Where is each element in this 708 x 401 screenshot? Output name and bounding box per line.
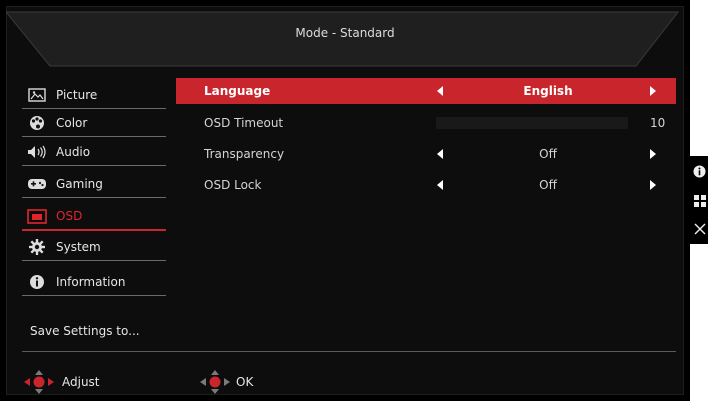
ok-label: OK — [236, 375, 254, 389]
osd-lock-label: OSD Lock — [204, 178, 262, 192]
picture-icon — [26, 87, 48, 103]
language-label: Language — [204, 84, 271, 98]
osd-timeout-row[interactable]: OSD Timeout 10 — [176, 110, 676, 136]
sidebar-item-label: Gaming — [56, 177, 103, 191]
sidebar-item-system[interactable]: System — [22, 234, 166, 261]
language-value: English — [523, 84, 573, 98]
menu-grid-icon[interactable] — [693, 194, 706, 207]
sidebar-item-audio[interactable]: Audio — [22, 139, 166, 166]
sidebar-item-label: Picture — [56, 88, 98, 102]
sidebar-item-information[interactable]: Information — [22, 269, 166, 296]
left-arrow-icon[interactable] — [437, 149, 443, 159]
joystick-ok-icon — [200, 370, 230, 394]
footer-divider — [22, 351, 676, 352]
sidebar-item-label: Information — [56, 275, 126, 289]
gear-icon — [26, 239, 48, 255]
sidebar-item-picture[interactable]: Picture — [22, 82, 166, 109]
info-icon[interactable] — [693, 165, 706, 178]
osd-lock-row[interactable]: OSD Lock Off — [176, 172, 676, 198]
palette-icon — [26, 115, 48, 131]
footer-adjust: Adjust — [22, 367, 100, 397]
sidebar-item-label: Color — [56, 116, 88, 130]
sidebar-item-gaming[interactable]: Gaming — [22, 171, 166, 198]
speaker-icon — [26, 144, 48, 160]
info-icon — [26, 274, 48, 290]
language-row[interactable]: Language English — [176, 78, 676, 104]
mode-title: Mode - Standard — [295, 26, 395, 40]
sidebar-item-label: Audio — [56, 145, 91, 159]
osd-header: Mode - Standard — [6, 6, 684, 68]
osd-lock-value: Off — [539, 178, 557, 192]
joystick-adjust-icon — [24, 370, 54, 394]
sidebar-item-color[interactable]: Color — [22, 110, 166, 137]
osd-icon — [26, 208, 48, 224]
osd-timeout-slider[interactable] — [436, 117, 628, 129]
quick-panel — [690, 156, 708, 244]
sidebar-item-label: System — [56, 240, 101, 254]
osd-window: Mode - Standard Picture Color Audio Gami… — [0, 0, 690, 401]
left-arrow-icon[interactable] — [437, 180, 443, 190]
transparency-label: Transparency — [204, 147, 285, 161]
adjust-label: Adjust — [62, 375, 100, 389]
close-icon[interactable] — [693, 222, 706, 235]
footer-ok: OK — [198, 367, 253, 397]
osd-timeout-value: 10 — [650, 116, 666, 130]
save-settings-button[interactable]: Save Settings to... — [30, 324, 140, 338]
right-arrow-icon[interactable] — [650, 149, 656, 159]
transparency-row[interactable]: Transparency Off — [176, 141, 676, 167]
gamepad-icon — [26, 176, 48, 192]
sidebar-item-osd[interactable]: OSD — [22, 203, 166, 231]
right-arrow-icon[interactable] — [650, 180, 656, 190]
transparency-value: Off — [539, 147, 557, 161]
right-arrow-icon[interactable] — [650, 86, 656, 96]
sidebar-item-label: OSD — [56, 209, 83, 223]
osd-timeout-label: OSD Timeout — [204, 116, 284, 130]
left-arrow-icon[interactable] — [437, 86, 443, 96]
